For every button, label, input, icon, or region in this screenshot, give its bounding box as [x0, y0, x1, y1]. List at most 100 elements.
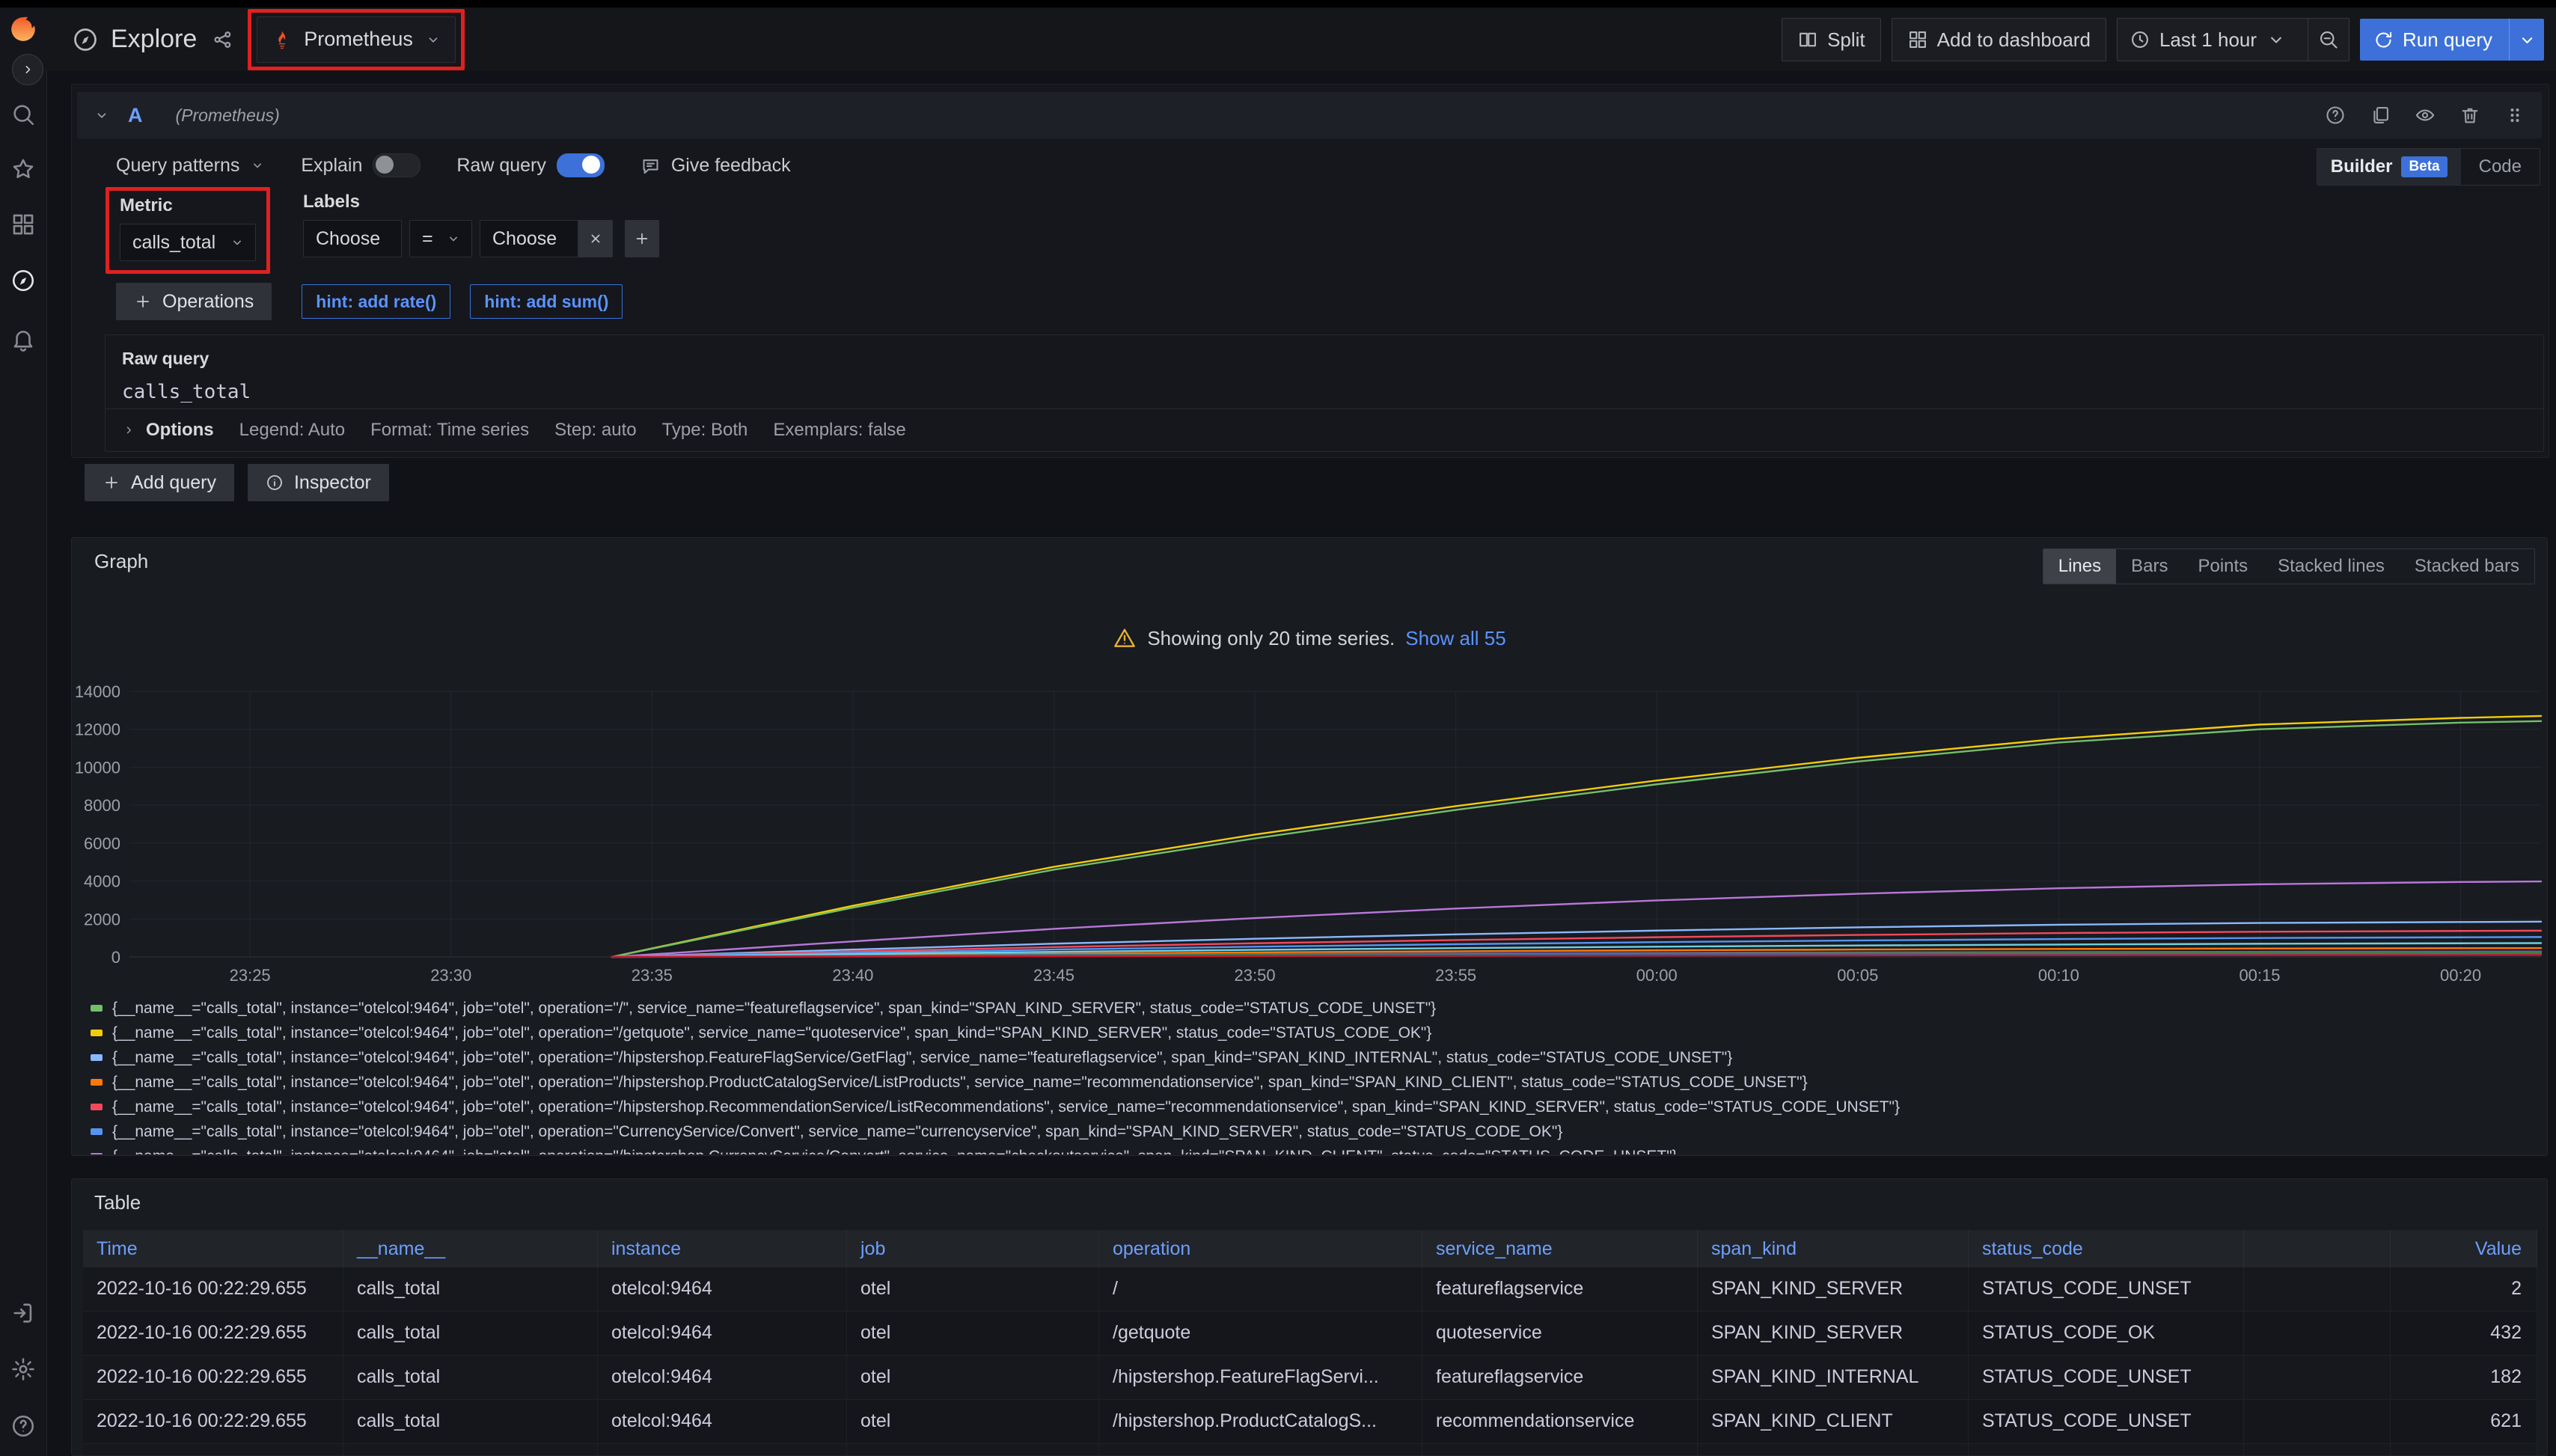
- graph-mode-bars[interactable]: Bars: [2116, 549, 2183, 584]
- query-row-header[interactable]: A (Prometheus): [77, 92, 2542, 138]
- explain-toggle[interactable]: [373, 153, 421, 177]
- label-operator-select[interactable]: =: [409, 220, 472, 257]
- raw-query-toggle[interactable]: [557, 153, 605, 177]
- column-header-Value[interactable]: Value: [2391, 1230, 2537, 1267]
- inspector-button[interactable]: Inspector: [248, 464, 389, 501]
- run-query-dropdown[interactable]: [2509, 19, 2544, 61]
- add-to-dashboard-button[interactable]: Add to dashboard: [1892, 18, 2106, 61]
- explain-label: Explain: [301, 155, 362, 177]
- show-all-series-link[interactable]: Show all 55: [1405, 627, 1505, 650]
- builder-mode-button[interactable]: Builder Beta: [2317, 149, 2461, 185]
- editor-mode-switch: Builder Beta Code: [2317, 148, 2540, 186]
- legend-item[interactable]: {__name__="calls_total", instance="otelc…: [91, 1045, 1900, 1070]
- query-help-icon[interactable]: [2325, 105, 2346, 126]
- svg-text:23:30: 23:30: [430, 966, 471, 985]
- legend-color-swatch: [91, 1104, 103, 1110]
- column-header-__name__[interactable]: __name__: [343, 1230, 598, 1267]
- table-cell: featureflagservice: [1422, 1356, 1698, 1399]
- time-range-button[interactable]: Last 1 hour: [2118, 19, 2299, 61]
- metric-select[interactable]: calls_total: [120, 224, 256, 261]
- graph-mode-stacked-bars[interactable]: Stacked bars: [2400, 549, 2534, 584]
- column-header-job[interactable]: job: [847, 1230, 1099, 1267]
- dashboards-icon[interactable]: [10, 212, 36, 237]
- add-operations-button[interactable]: Operations: [116, 283, 272, 320]
- column-header-span_kind[interactable]: span_kind: [1698, 1230, 1969, 1267]
- plus-icon: [634, 230, 650, 247]
- remove-label-filter-button[interactable]: [578, 220, 613, 257]
- legend-item[interactable]: {__name__="calls_total", instance="otelc…: [91, 996, 1900, 1021]
- explain-toggle-group: Explain: [301, 153, 421, 177]
- add-query-button[interactable]: Add query: [85, 464, 234, 501]
- graph-mode-points[interactable]: Points: [2183, 549, 2263, 584]
- graph-panel: Graph LinesBarsPointsStacked linesStacke…: [71, 537, 2548, 1156]
- table-cell: STATUS_CODE_UNSET: [1969, 1267, 2244, 1311]
- duplicate-query-icon[interactable]: [2370, 105, 2391, 126]
- option-format: Format: Time series: [370, 420, 529, 441]
- raw-query-preview: Raw query calls_total Options Legend: Au…: [105, 334, 2544, 452]
- legend-item[interactable]: {__name__="calls_total", instance="otelc…: [91, 1095, 1900, 1119]
- column-header-service_name[interactable]: service_name: [1422, 1230, 1698, 1267]
- legend-item[interactable]: {__name__="calls_total", instance="otelc…: [91, 1021, 1900, 1045]
- table-row: 2022-10-16 00:22:29.655calls_totalotelco…: [83, 1312, 2537, 1356]
- legend-color-swatch: [91, 1054, 103, 1061]
- run-query-main[interactable]: Run query: [2360, 19, 2509, 61]
- label-value-select[interactable]: Choose: [480, 220, 578, 257]
- legend-item[interactable]: {__name__="calls_total", instance="otelc…: [91, 1070, 1900, 1095]
- table-cell: SPAN_KIND_CLIENT: [1698, 1400, 1969, 1443]
- explore-compass-icon[interactable]: [10, 268, 36, 293]
- column-header-operation[interactable]: operation: [1099, 1230, 1422, 1267]
- graph-mode-lines[interactable]: Lines: [2043, 549, 2116, 584]
- info-circle-icon: [266, 474, 284, 492]
- column-header-Time[interactable]: Time: [83, 1230, 343, 1267]
- query-toolbar: Query patterns Explain Raw query Give fe…: [116, 148, 791, 183]
- sign-in-icon[interactable]: [10, 1300, 36, 1326]
- svg-text:14000: 14000: [75, 682, 120, 701]
- chevron-right-icon: [20, 62, 35, 77]
- grafana-logo[interactable]: [9, 15, 37, 43]
- options-expander[interactable]: Options: [122, 420, 214, 441]
- table-cell: STATUS_CODE_OK: [1969, 1312, 2244, 1355]
- remove-query-trash-icon[interactable]: [2459, 105, 2480, 126]
- sidebar-expand-button[interactable]: [12, 54, 43, 85]
- give-feedback-link[interactable]: Give feedback: [640, 155, 791, 177]
- alerting-bell-icon[interactable]: [10, 327, 36, 352]
- table-cell: SPAN_KIND_SERVER: [1698, 1267, 1969, 1311]
- disable-query-eye-icon[interactable]: [2415, 105, 2436, 126]
- legend-item[interactable]: {__name__="calls_total", instance="otelc…: [91, 1119, 1900, 1144]
- legend-item[interactable]: {__name__="calls_total", instance="otelc…: [91, 1144, 1900, 1154]
- table-panel: Table Time__name__instancejoboperationse…: [71, 1178, 2548, 1456]
- run-query-button[interactable]: Run query: [2360, 19, 2544, 61]
- split-button[interactable]: Split: [1782, 18, 1881, 61]
- settings-gear-icon[interactable]: [10, 1356, 36, 1382]
- time-series-chart[interactable]: 0200040006000800010000120001400023:2523:…: [72, 675, 2545, 989]
- raw-query-toggle-label: Raw query: [456, 155, 546, 177]
- svg-text:6000: 6000: [84, 834, 120, 853]
- column-header-spacer[interactable]: [2244, 1230, 2391, 1267]
- sidebar: [0, 7, 47, 1456]
- drag-handle-icon[interactable]: [2504, 105, 2525, 126]
- code-mode-button[interactable]: Code: [2461, 149, 2540, 185]
- column-header-status_code[interactable]: status_code: [1969, 1230, 2244, 1267]
- share-icon[interactable]: [212, 28, 234, 51]
- help-icon[interactable]: [10, 1413, 36, 1439]
- hint-add-rate-button[interactable]: hint: add rate(): [302, 284, 450, 319]
- svg-text:00:15: 00:15: [2239, 966, 2280, 985]
- legend-label: {__name__="calls_total", instance="otelc…: [112, 1049, 1732, 1067]
- query-options-row[interactable]: Options Legend: Auto Format: Time series…: [106, 409, 2543, 451]
- nav-right-group: Split Add to dashboard Last 1 hour: [1782, 18, 2544, 61]
- series-limit-warning: Showing only 20 time series. Show all 55: [72, 626, 2547, 650]
- column-header-instance[interactable]: instance: [598, 1230, 847, 1267]
- table-cell: SPAN_KIND_SERVER: [1698, 1312, 1969, 1355]
- add-label-filter-button[interactable]: [625, 220, 659, 257]
- plus-icon: [134, 293, 152, 311]
- hint-add-sum-button[interactable]: hint: add sum(): [470, 284, 623, 319]
- datasource-picker[interactable]: Prometheus: [257, 16, 456, 63]
- query-patterns-dropdown[interactable]: Query patterns: [116, 155, 265, 177]
- search-icon[interactable]: [10, 102, 36, 127]
- chevron-down-icon: [230, 235, 245, 250]
- collapse-chevron-icon[interactable]: [94, 107, 110, 123]
- graph-mode-stacked-lines[interactable]: Stacked lines: [2263, 549, 2400, 584]
- label-name-select[interactable]: Choose: [303, 220, 402, 257]
- starred-icon[interactable]: [10, 156, 36, 182]
- zoom-out-time-button[interactable]: [2308, 19, 2349, 61]
